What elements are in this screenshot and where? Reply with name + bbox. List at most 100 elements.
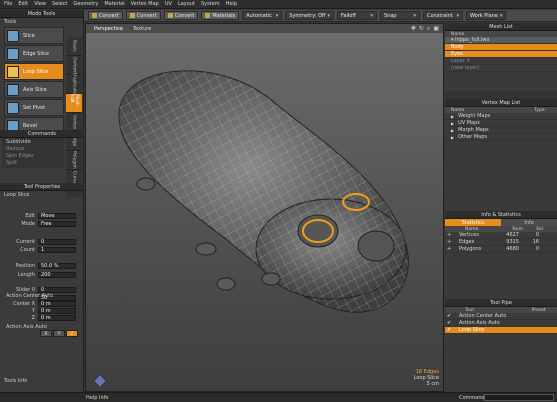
menu-system[interactable]: System bbox=[201, 1, 220, 7]
tools-info-label: Tools Info bbox=[4, 377, 28, 384]
menu-edit[interactable]: Edit bbox=[18, 1, 28, 7]
menu-uv[interactable]: UV bbox=[165, 1, 172, 7]
tab-deform[interactable]: Deform bbox=[66, 56, 82, 75]
toolbar-label: Symmetry: Off bbox=[289, 12, 326, 19]
stats-row[interactable]: + Edges 9315 16 bbox=[445, 239, 557, 246]
tool-property-row: Mode Free bbox=[0, 220, 84, 227]
toolbar-label: Constraint bbox=[427, 12, 453, 19]
toolbar-label: Work Plane bbox=[470, 12, 498, 19]
toolbar-convert-button[interactable]: Convert bbox=[88, 11, 123, 20]
toolbar-constraint-dropdown[interactable]: Constraint bbox=[423, 11, 463, 20]
property-label: Current bbox=[16, 238, 35, 245]
property-value-field[interactable]: 1 bbox=[38, 246, 76, 253]
column-name: Name bbox=[465, 226, 479, 232]
toolbar-convert-button[interactable]: Convert bbox=[125, 11, 161, 20]
menu-layout[interactable]: Layout bbox=[178, 1, 195, 7]
property-label: Y bbox=[31, 307, 35, 314]
toolbar-convert-button[interactable]: Convert bbox=[163, 11, 199, 20]
mesh-list-item[interactable]: Layer 3 bbox=[445, 58, 557, 65]
menu-help[interactable]: Help bbox=[226, 1, 237, 7]
tab-mesh-edit[interactable]: Mesh Edit bbox=[66, 94, 82, 113]
property-value-field[interactable]: Free bbox=[38, 220, 76, 227]
property-value-field[interactable]: 0 m bbox=[38, 307, 76, 314]
command-spin-edges[interactable]: Spin Edges bbox=[2, 153, 64, 160]
command-reduce[interactable]: Reduce bbox=[2, 146, 64, 153]
tool-pipe-item[interactable]: ✔ Loop Slice bbox=[445, 327, 557, 334]
tab-info[interactable]: Info bbox=[501, 219, 557, 226]
toolbar-work-plane-dropdown[interactable]: Work Plane bbox=[466, 11, 507, 20]
property-value-field[interactable]: 0 bbox=[38, 238, 76, 245]
vertex-map-item[interactable]: ▶ UV Maps bbox=[445, 120, 557, 127]
tool-pipe-item[interactable]: ✔ Action Axis Auto bbox=[445, 320, 557, 327]
stats-row[interactable]: + Polygons 4680 0 bbox=[445, 246, 557, 253]
tool-property-row: Length 200 bbox=[0, 271, 84, 278]
loop-slice-icon bbox=[7, 65, 19, 78]
checkmark-icon[interactable]: ✔ bbox=[447, 327, 459, 333]
expand-arrow-icon[interactable]: ▶ bbox=[451, 121, 454, 126]
tool-pipe-label: Action Center Auto bbox=[459, 313, 507, 319]
plus-icon[interactable]: + bbox=[447, 239, 459, 245]
mesh-list-item[interactable]: ▾ hippo_full.lwo bbox=[445, 37, 557, 44]
menu-view[interactable]: View bbox=[34, 1, 46, 7]
property-value-field[interactable]: 200 bbox=[38, 271, 76, 278]
toolbar-falloff-dropdown[interactable]: Falloff bbox=[337, 11, 377, 20]
tool-slice-button[interactable]: Slice bbox=[4, 27, 64, 44]
tool-label: Edge Slice bbox=[23, 50, 49, 57]
toolbar-label: Convert bbox=[99, 12, 119, 19]
menu-geometry[interactable]: Geometry bbox=[73, 1, 98, 7]
axis-x-button[interactable]: X bbox=[40, 330, 52, 337]
property-value-field[interactable]: 0 m bbox=[38, 314, 76, 321]
menu-vertex-map[interactable]: Vertex Map bbox=[131, 1, 159, 7]
convert-icon bbox=[92, 13, 97, 18]
menu-file[interactable]: File bbox=[4, 1, 12, 7]
tool-edge-slice-button[interactable]: Edge Slice bbox=[4, 45, 64, 62]
toolbar-symmetry-off-dropdown[interactable]: Symmetry: Off bbox=[285, 11, 334, 20]
expand-arrow-icon[interactable]: ▶ bbox=[451, 135, 454, 140]
expand-arrow-icon[interactable]: ▶ bbox=[451, 128, 454, 133]
checkmark-icon[interactable]: ✔ bbox=[447, 313, 459, 319]
vertex-map-item[interactable]: ▶ Morph Maps bbox=[445, 127, 557, 134]
vertex-map-item[interactable]: ▶ Weight Maps bbox=[445, 113, 557, 120]
tool-properties-header: Tool Properties bbox=[0, 183, 84, 191]
mesh-list-item[interactable]: (new layer) bbox=[445, 65, 557, 72]
toolbar-snap-dropdown[interactable]: Snap bbox=[380, 11, 420, 20]
axis-y-button[interactable]: Y bbox=[53, 330, 65, 337]
vertex-map-title: Vertex Map List bbox=[445, 99, 557, 107]
tool-pipe-item[interactable]: ✔ Action Center Auto bbox=[445, 313, 557, 320]
property-value-field[interactable]: Move bbox=[38, 212, 76, 219]
vertex-map-item[interactable]: ▶ Other Maps bbox=[445, 134, 557, 141]
checkmark-icon[interactable]: ✔ bbox=[447, 320, 459, 326]
tab-basic[interactable]: Basic bbox=[66, 37, 82, 56]
axis-z-button[interactable]: Z bbox=[66, 330, 78, 337]
hippo-mesh-render bbox=[93, 70, 409, 388]
command-label: Command bbox=[459, 394, 485, 401]
info-statistics-title: Info & Statistics bbox=[445, 211, 557, 219]
toolbar-automatic-dropdown[interactable]: Automatic bbox=[242, 11, 283, 20]
property-value-field[interactable]: 50.0 % bbox=[38, 262, 76, 269]
plus-icon[interactable]: + bbox=[447, 232, 459, 238]
expand-arrow-icon[interactable]: ▶ bbox=[451, 114, 454, 119]
left-panel: Modo Tools Tools Slice Edge Slice Loop Sli… bbox=[0, 10, 84, 402]
toolbar-materials-button[interactable]: Materials bbox=[201, 11, 240, 20]
stats-row[interactable]: + Vertices 4627 0 bbox=[445, 232, 557, 239]
menu-material[interactable]: Material bbox=[104, 1, 124, 7]
mesh-list-item[interactable]: Body bbox=[445, 44, 557, 51]
command-subdivide[interactable]: Subdivide bbox=[2, 139, 64, 146]
tool-loop-slice-button[interactable]: Loop Slice bbox=[4, 63, 64, 80]
action-center-row: Center X0 m bbox=[0, 300, 84, 307]
toolbar-label: Falloff bbox=[341, 12, 356, 19]
commands-header: Commands bbox=[0, 130, 84, 138]
tool-axis-slice-button[interactable]: Axis Slice bbox=[4, 81, 64, 98]
mesh-list-item[interactable]: Eyes bbox=[445, 51, 557, 58]
tab-statistics[interactable]: Statistics bbox=[445, 219, 501, 226]
plus-icon[interactable]: + bbox=[447, 246, 459, 252]
menu-select[interactable]: Select bbox=[52, 1, 67, 7]
command-split[interactable]: Split bbox=[2, 160, 64, 167]
property-value-field[interactable]: 0 m bbox=[38, 300, 76, 307]
axis-gizmo bbox=[93, 374, 107, 388]
tool-set-pivot-button[interactable]: Set Pivot bbox=[4, 99, 64, 116]
toolbar-label: Automatic bbox=[246, 12, 272, 19]
3d-viewport[interactable]: Perspective Texture ✥ ↻ ⌕ ▣ 16 Edges Loo… bbox=[85, 23, 444, 392]
tab-duplicate[interactable]: Duplicate bbox=[66, 73, 82, 95]
command-input[interactable] bbox=[484, 394, 554, 401]
